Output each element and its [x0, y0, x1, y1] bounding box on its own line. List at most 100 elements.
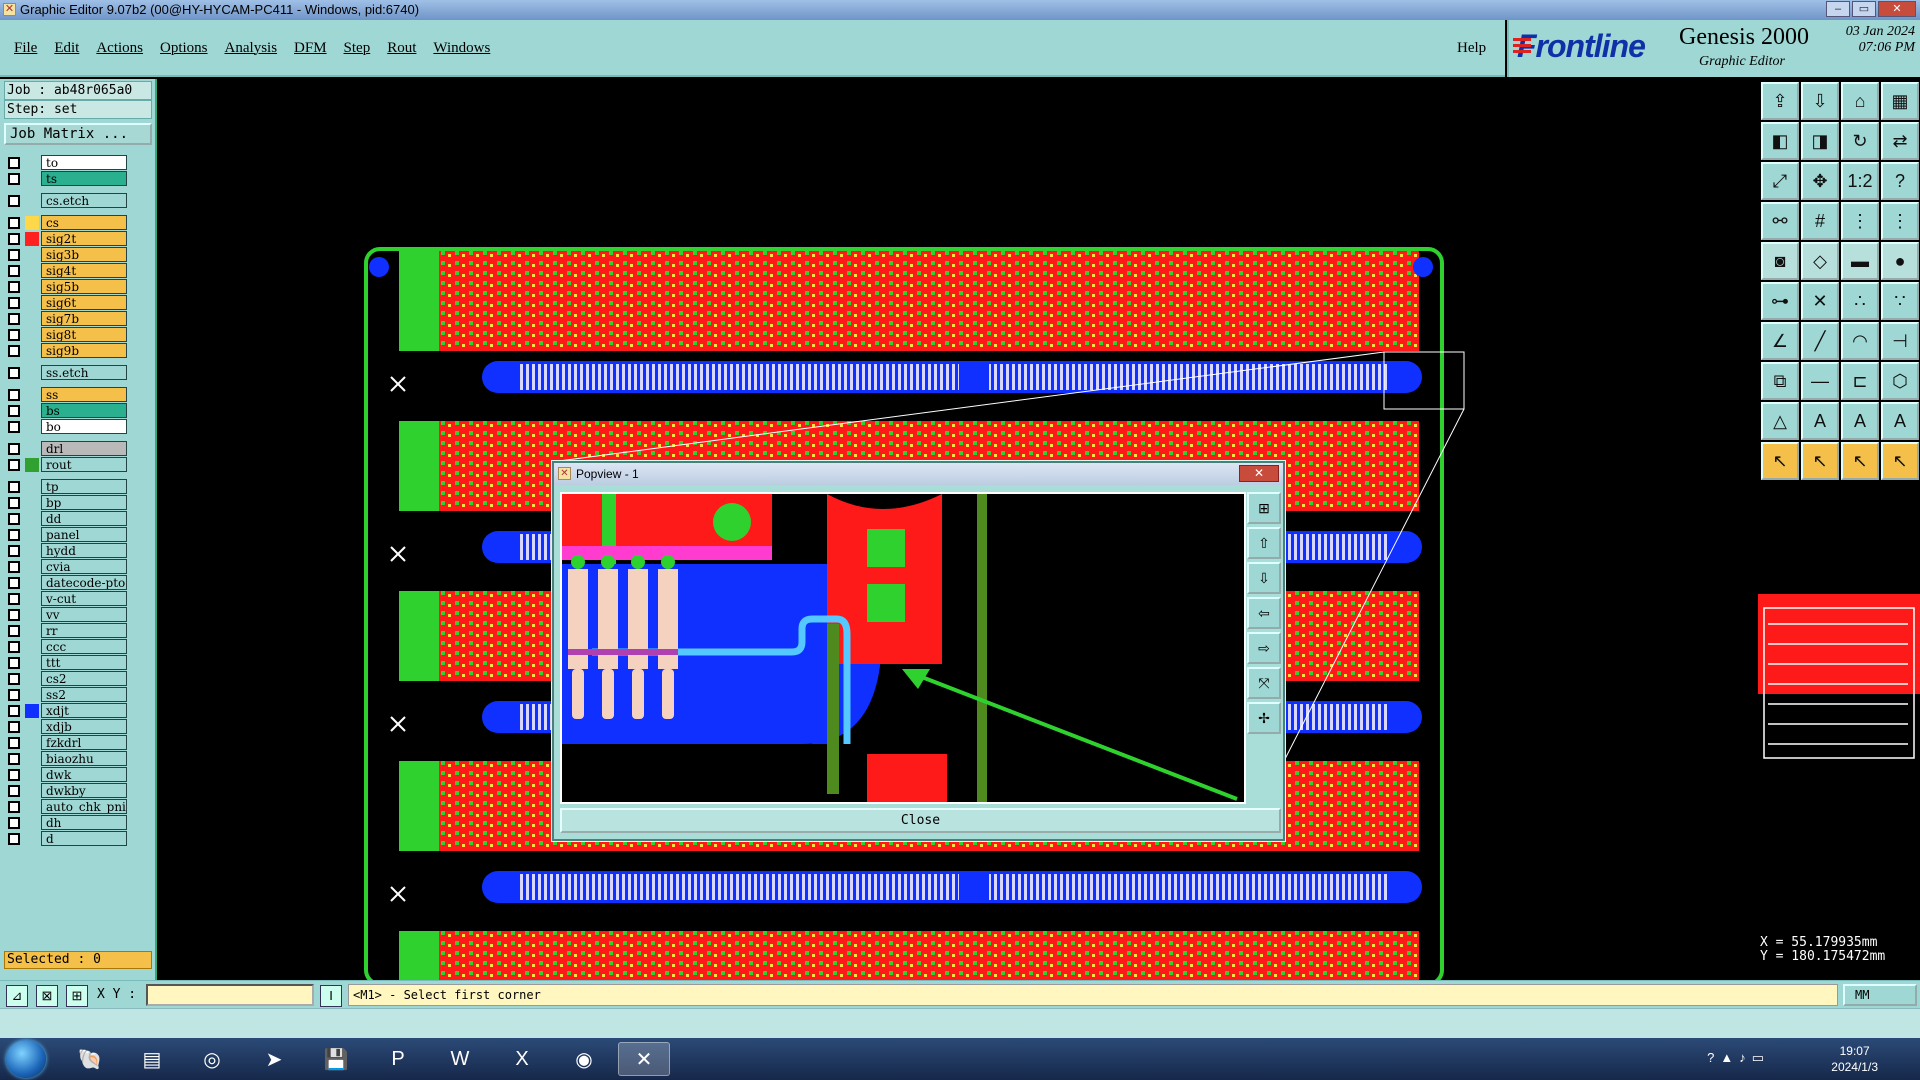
pad-icon[interactable]: ◙: [1761, 242, 1799, 280]
tray-up-icon[interactable]: ▲: [1720, 1050, 1739, 1065]
layer-row[interactable]: xdjt: [6, 703, 127, 719]
open-icon[interactable]: ⇪: [1761, 82, 1799, 120]
home-icon[interactable]: ⌂: [1841, 82, 1879, 120]
genesis-app-icon[interactable]: ✕: [618, 1042, 670, 1076]
grid-icon[interactable]: #: [1801, 202, 1839, 240]
surface-icon[interactable]: ◇: [1801, 242, 1839, 280]
layer-checkbox[interactable]: [8, 217, 20, 229]
layer-row[interactable]: ccc: [6, 639, 127, 655]
node-red-icon[interactable]: ∵: [1881, 282, 1919, 320]
ruler-icon[interactable]: ▬: [1841, 242, 1879, 280]
layer-checkbox[interactable]: [8, 785, 20, 797]
popview-up-icon[interactable]: ⇧: [1247, 527, 1281, 559]
tray-network-icon[interactable]: ▭: [1752, 1050, 1770, 1065]
layer-row[interactable]: biaozhu: [6, 751, 127, 767]
text-a1-icon[interactable]: △: [1761, 402, 1799, 440]
shell-app-icon[interactable]: 🐚: [64, 1042, 116, 1076]
layer-checkbox[interactable]: [8, 173, 20, 185]
layer-checkbox[interactable]: [8, 157, 20, 169]
line-angle-icon[interactable]: ∠: [1761, 322, 1799, 360]
popview-close-button[interactable]: Close: [560, 808, 1281, 833]
layer-row[interactable]: hydd: [6, 543, 127, 559]
layer-checkbox[interactable]: [8, 329, 20, 341]
layer-row[interactable]: xdjb: [6, 719, 127, 735]
layer-checkbox[interactable]: [8, 421, 20, 433]
save-icon[interactable]: ⇩: [1801, 82, 1839, 120]
shape-icon[interactable]: ⬡: [1881, 362, 1919, 400]
menu-step[interactable]: Step: [344, 40, 371, 57]
cross-snap-icon[interactable]: ⊠: [36, 985, 58, 1007]
layer-row[interactable]: sig4t: [6, 263, 127, 279]
layer-row[interactable]: sig6t: [6, 295, 127, 311]
move-icon[interactable]: ⧉: [1761, 362, 1799, 400]
split-icon[interactable]: ⊣: [1881, 322, 1919, 360]
tray-volume-icon[interactable]: ♪: [1739, 1050, 1752, 1065]
layer-row[interactable]: dd: [6, 511, 127, 527]
layer-checkbox[interactable]: [8, 529, 20, 541]
layer-checkbox[interactable]: [8, 281, 20, 293]
layer-checkbox[interactable]: [8, 367, 20, 379]
tray-help-icon[interactable]: ?: [1707, 1050, 1720, 1065]
layer-row[interactable]: dwk: [6, 767, 127, 783]
layer-checkbox[interactable]: [8, 641, 20, 653]
layer-checkbox[interactable]: [8, 625, 20, 637]
close-window-button[interactable]: ✕: [1878, 1, 1916, 17]
layer-checkbox[interactable]: [8, 577, 20, 589]
layer-row[interactable]: tp: [6, 479, 127, 495]
layer-row[interactable]: sig8t: [6, 327, 127, 343]
arc-icon[interactable]: ◠: [1841, 322, 1879, 360]
query-icon[interactable]: ?: [1881, 162, 1919, 200]
layer-row[interactable]: vv: [6, 607, 127, 623]
node-icon[interactable]: ∴: [1841, 282, 1879, 320]
layer-row[interactable]: ttt: [6, 655, 127, 671]
grid-snap-icon[interactable]: ⊞: [66, 985, 88, 1007]
select-red-icon[interactable]: ↖: [1801, 442, 1839, 480]
messenger-app-icon[interactable]: ➤: [248, 1042, 300, 1076]
popview-right-icon[interactable]: ⇨: [1247, 632, 1281, 664]
layer-checkbox[interactable]: [8, 265, 20, 277]
popview-zoom-in-icon[interactable]: ✢: [1247, 702, 1281, 734]
menu-dfm[interactable]: DFM: [294, 40, 327, 57]
layer-row[interactable]: ss: [6, 387, 127, 403]
bracket-icon[interactable]: ⊏: [1841, 362, 1879, 400]
word-app-icon[interactable]: W: [434, 1042, 486, 1076]
zoom-center-icon[interactable]: ✥: [1801, 162, 1839, 200]
snap-icon[interactable]: ⋮: [1841, 202, 1879, 240]
layout-icon[interactable]: ▦: [1881, 82, 1919, 120]
layer-checkbox[interactable]: [8, 405, 20, 417]
layer-row[interactable]: auto_chk_pni: [6, 799, 127, 815]
layer-row[interactable]: cs.etch: [6, 193, 127, 209]
layer-row[interactable]: cs: [6, 215, 127, 231]
layer-checkbox[interactable]: [8, 721, 20, 733]
input-mode-icon[interactable]: I: [320, 985, 342, 1007]
layer-checkbox[interactable]: [8, 833, 20, 845]
layer-row[interactable]: bp: [6, 495, 127, 511]
layer-row[interactable]: ss2: [6, 687, 127, 703]
layer-row[interactable]: drl: [6, 441, 127, 457]
layer-row[interactable]: ss.etch: [6, 365, 127, 381]
layer-row[interactable]: sig5b: [6, 279, 127, 295]
snap-mode-icon[interactable]: ⊿: [6, 985, 28, 1007]
layer-checkbox[interactable]: [8, 513, 20, 525]
layer-checkbox[interactable]: [8, 443, 20, 455]
layer-row[interactable]: dh: [6, 815, 127, 831]
swap-icon[interactable]: ⇄: [1881, 122, 1919, 160]
menu-edit[interactable]: Edit: [54, 40, 79, 57]
layer-checkbox[interactable]: [8, 705, 20, 717]
select-multi-icon[interactable]: ↖: [1881, 442, 1919, 480]
menu-help[interactable]: Help: [1457, 40, 1486, 57]
layer-row[interactable]: bs: [6, 403, 127, 419]
layer-checkbox[interactable]: [8, 673, 20, 685]
layer-checkbox[interactable]: [8, 801, 20, 813]
layer-row[interactable]: ts: [6, 171, 127, 187]
layer-checkbox[interactable]: [8, 481, 20, 493]
layer-checkbox[interactable]: [8, 233, 20, 245]
layer-row[interactable]: sig9b: [6, 343, 127, 359]
units-button[interactable]: MM: [1843, 984, 1917, 1006]
layer-row[interactable]: sig7b: [6, 311, 127, 327]
editor-app-icon[interactable]: P: [372, 1042, 424, 1076]
layer-checkbox[interactable]: [8, 593, 20, 605]
menu-file[interactable]: File: [14, 40, 37, 57]
xy-input[interactable]: [146, 984, 314, 1006]
layer-checkbox[interactable]: [8, 657, 20, 669]
